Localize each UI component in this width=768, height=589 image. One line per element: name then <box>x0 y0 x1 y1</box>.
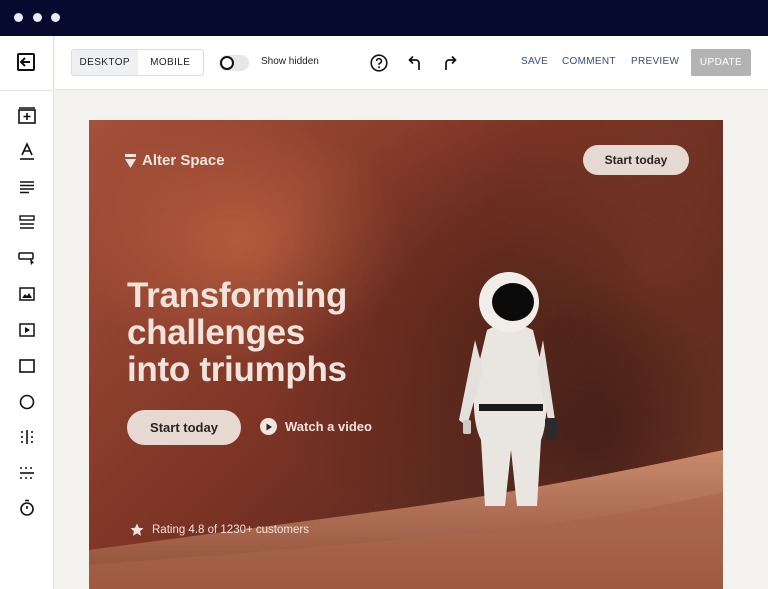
window-dot[interactable] <box>33 13 42 22</box>
update-button[interactable]: UPDATE <box>691 49 751 76</box>
toggle-knob <box>220 56 234 70</box>
circle-icon[interactable] <box>17 392 37 412</box>
brand-logo-icon <box>125 153 136 168</box>
undo-icon[interactable] <box>404 52 426 74</box>
video-icon[interactable] <box>17 320 37 340</box>
text-icon[interactable] <box>17 141 37 161</box>
astronaut-image <box>459 272 557 506</box>
redo-icon[interactable] <box>439 52 461 74</box>
headline-line: into triumphs <box>127 350 347 389</box>
hero-start-today-button[interactable]: Start today <box>127 410 241 445</box>
paragraph-icon[interactable] <box>17 177 37 197</box>
hero-headline[interactable]: Transforming challenges into triumphs <box>127 277 427 388</box>
nav-start-today-button[interactable]: Start today <box>583 145 689 175</box>
show-hidden-toggle[interactable] <box>219 55 249 71</box>
watch-video-link[interactable]: Watch a video <box>260 418 372 435</box>
window-titlebar <box>0 0 768 36</box>
add-section-icon[interactable] <box>17 106 37 126</box>
save-button[interactable]: SAVE <box>521 56 548 67</box>
window-dot[interactable] <box>51 13 60 22</box>
play-icon <box>260 418 277 435</box>
timer-icon[interactable] <box>17 498 37 518</box>
image-icon[interactable] <box>17 284 37 304</box>
button-icon[interactable] <box>17 248 37 268</box>
exit-icon[interactable] <box>17 52 37 72</box>
preview-button[interactable]: PREVIEW <box>631 56 679 67</box>
device-mobile-tab[interactable]: MOBILE <box>138 50 204 75</box>
comment-button[interactable]: COMMENT <box>562 56 616 67</box>
editor-toolbar: DESKTOP MOBILE Show hidden SAVE COMMENT … <box>55 36 768 90</box>
page-preview-canvas[interactable]: Alter Space Start today Transforming cha… <box>89 120 723 589</box>
element-sidebar <box>0 36 54 589</box>
window-dot[interactable] <box>14 13 23 22</box>
brand-logo[interactable]: Alter Space <box>125 152 225 169</box>
watch-video-label: Watch a video <box>285 419 372 434</box>
brand-name: Alter Space <box>142 152 225 169</box>
headline-line: challenges <box>127 313 305 352</box>
rectangle-icon[interactable] <box>17 356 37 376</box>
sidebar-divider <box>0 90 54 91</box>
device-desktop-tab[interactable]: DESKTOP <box>72 50 138 75</box>
help-icon[interactable] <box>368 52 390 74</box>
headline-line: Transforming <box>127 276 348 315</box>
show-hidden-label: Show hidden <box>261 56 319 67</box>
columns-icon[interactable] <box>17 427 37 447</box>
divider-icon[interactable] <box>17 463 37 483</box>
device-switch: DESKTOP MOBILE <box>71 49 204 76</box>
customer-rating: Rating 4.8 of 1230+ customers <box>130 523 309 537</box>
star-icon <box>130 523 144 536</box>
rating-text: Rating 4.8 of 1230+ customers <box>152 524 309 536</box>
list-icon[interactable] <box>17 213 37 233</box>
